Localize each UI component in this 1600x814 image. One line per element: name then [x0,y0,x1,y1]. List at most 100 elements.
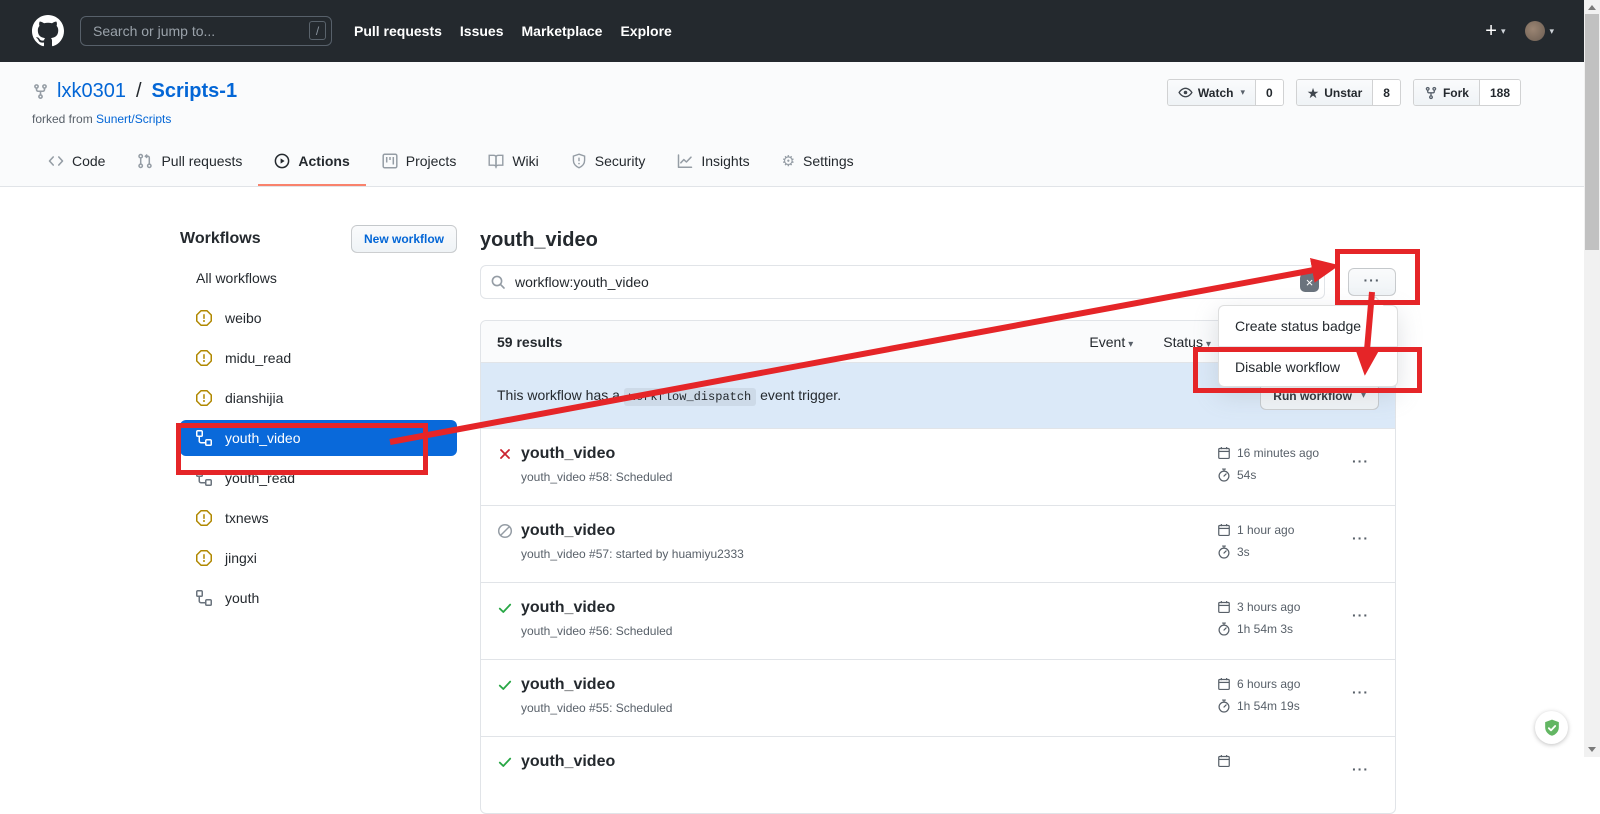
tab-actions[interactable]: Actions [258,138,365,186]
calendar-icon [1217,446,1231,460]
watch-count[interactable]: 0 [1255,80,1283,105]
banner-text: This workflow has a [497,387,620,403]
green-shield-check-icon [1542,718,1562,738]
global-search-input[interactable] [80,16,332,46]
event-filter-dropdown[interactable]: Event▾ [1089,334,1133,350]
tab-security[interactable]: Security [555,138,662,186]
sidebar-item-label: jingxi [225,550,257,566]
new-workflow-button[interactable]: New workflow [351,225,457,253]
calendar-icon [1217,677,1231,691]
run-kebab-icon[interactable]: ··· [1352,607,1369,623]
page-scrollbar[interactable] [1584,0,1600,757]
run-title-link[interactable]: youth_video [521,522,615,540]
nav-marketplace[interactable]: Marketplace [522,23,603,39]
sidebar-item-txnews[interactable]: txnews [180,498,457,538]
sidebar-item-label: weibo [225,310,262,326]
chevron-down-icon: ▾ [1128,339,1133,350]
run-kebab-icon[interactable]: ··· [1352,761,1369,777]
fork-button[interactable]: Fork 188 [1413,79,1521,106]
workflow-icon [196,470,212,486]
banner-text: event trigger. [760,387,841,403]
menu-item-create-status-badge[interactable]: Create status badge [1219,306,1397,346]
book-icon [488,153,504,169]
workflow-icon [196,590,212,606]
sidebar-item-midu-read[interactable]: midu_read [180,338,457,378]
slash-key-hint: / [309,21,326,40]
alert-octagon-icon [196,510,212,526]
repo-header: lxk0301 / Scripts-1 forked from Sunert/S… [0,62,1584,187]
adblock-shield-badge[interactable] [1535,711,1568,744]
run-row[interactable]: youth_video ··· [481,736,1395,813]
repo-tabs: Code Pull requests Actions Projects Wiki [32,138,870,186]
calendar-icon [1217,600,1231,614]
run-row[interactable]: youth_video youth_video #58: Scheduled 1… [481,428,1395,505]
sidebar-item-youth-read[interactable]: youth_read [180,458,457,498]
calendar-icon [1217,523,1231,537]
tab-code[interactable]: Code [32,138,121,186]
nav-issues[interactable]: Issues [460,23,504,39]
sidebar-item-weibo[interactable]: weibo [180,298,457,338]
sidebar-item-youth[interactable]: youth [180,578,457,618]
alert-octagon-icon [196,350,212,366]
tab-settings[interactable]: ⚙ Settings [766,138,870,186]
run-title-link[interactable]: youth_video [521,753,615,771]
runs-list: 59 results Event▾ Status▾ This workflow … [480,320,1396,814]
chevron-down-icon: ▾ [1206,339,1211,350]
user-menu[interactable]: ▾ [1513,21,1554,41]
run-title-link[interactable]: youth_video [521,599,615,617]
workflow-options-kebab-button[interactable]: ··· [1348,268,1396,296]
nav-explore[interactable]: Explore [620,23,671,39]
repo-social-actions: Watch ▾ 0 ★ Unstar 8 Fork 188 [1167,79,1521,106]
run-duration: 1h 54m 19s [1237,699,1300,713]
menu-item-disable-workflow[interactable]: Disable workflow [1219,346,1397,386]
sidebar-item-jingxi[interactable]: jingxi [180,538,457,578]
clear-filter-icon[interactable]: × [1300,273,1319,292]
alert-octagon-icon [196,550,212,566]
github-logo-icon[interactable] [32,15,64,47]
scroll-up-icon[interactable] [1588,5,1596,10]
sidebar-item-youth-video[interactable]: youth_video [180,420,457,456]
workflow-options-menu: Create status badge Disable workflow [1218,305,1398,387]
repo-owner-link[interactable]: lxk0301 [57,80,126,103]
runs-filter-input[interactable] [480,265,1325,299]
star-count[interactable]: 8 [1372,80,1400,105]
watch-button[interactable]: Watch ▾ 0 [1167,79,1284,106]
code-icon [48,153,64,169]
run-duration: 1h 54m 3s [1237,622,1293,636]
tab-insights[interactable]: Insights [661,138,765,186]
run-kebab-icon[interactable]: ··· [1352,453,1369,469]
run-meta: 16 minutes ago 54s [1217,444,1319,488]
status-filter-dropdown[interactable]: Status▾ [1163,334,1211,350]
fork-note-text: forked from [32,112,93,126]
run-row[interactable]: youth_video youth_video #55: Scheduled 6… [481,659,1395,736]
fork-source-link[interactable]: Sunert/Scripts [96,112,171,126]
run-duration: 54s [1237,468,1256,482]
fork-count[interactable]: 188 [1479,80,1520,105]
run-kebab-icon[interactable]: ··· [1352,530,1369,546]
tab-wiki[interactable]: Wiki [472,138,554,186]
tab-projects[interactable]: Projects [366,138,473,186]
unstar-button[interactable]: ★ Unstar 8 [1296,79,1401,106]
git-pull-request-icon [137,153,153,169]
run-row[interactable]: youth_video youth_video #57: started by … [481,505,1395,582]
tab-pull-requests[interactable]: Pull requests [121,138,258,186]
scroll-down-icon[interactable] [1588,747,1596,752]
run-row[interactable]: youth_video youth_video #56: Scheduled 3… [481,582,1395,659]
run-title-link[interactable]: youth_video [521,676,615,694]
sidebar-item-dianshijia[interactable]: dianshijia [180,378,457,418]
sidebar-item-label: youth_read [225,470,295,486]
nav-pull-requests[interactable]: Pull requests [354,23,442,39]
tab-label: Security [595,153,646,169]
avatar [1525,21,1545,41]
tab-label: Code [72,153,105,169]
shield-icon [571,153,587,169]
play-circle-icon [274,153,290,169]
sidebar-title: Workflows [180,230,261,248]
repo-name-link[interactable]: Scripts-1 [152,80,238,103]
create-new-menu[interactable]: + ▾ [1485,21,1505,41]
run-kebab-icon[interactable]: ··· [1352,684,1369,700]
scrollbar-thumb[interactable] [1585,14,1599,250]
chevron-down-icon: ▾ [1240,87,1245,98]
run-title-link[interactable]: youth_video [521,445,615,463]
sidebar-item-all-workflows[interactable]: All workflows [180,258,457,298]
